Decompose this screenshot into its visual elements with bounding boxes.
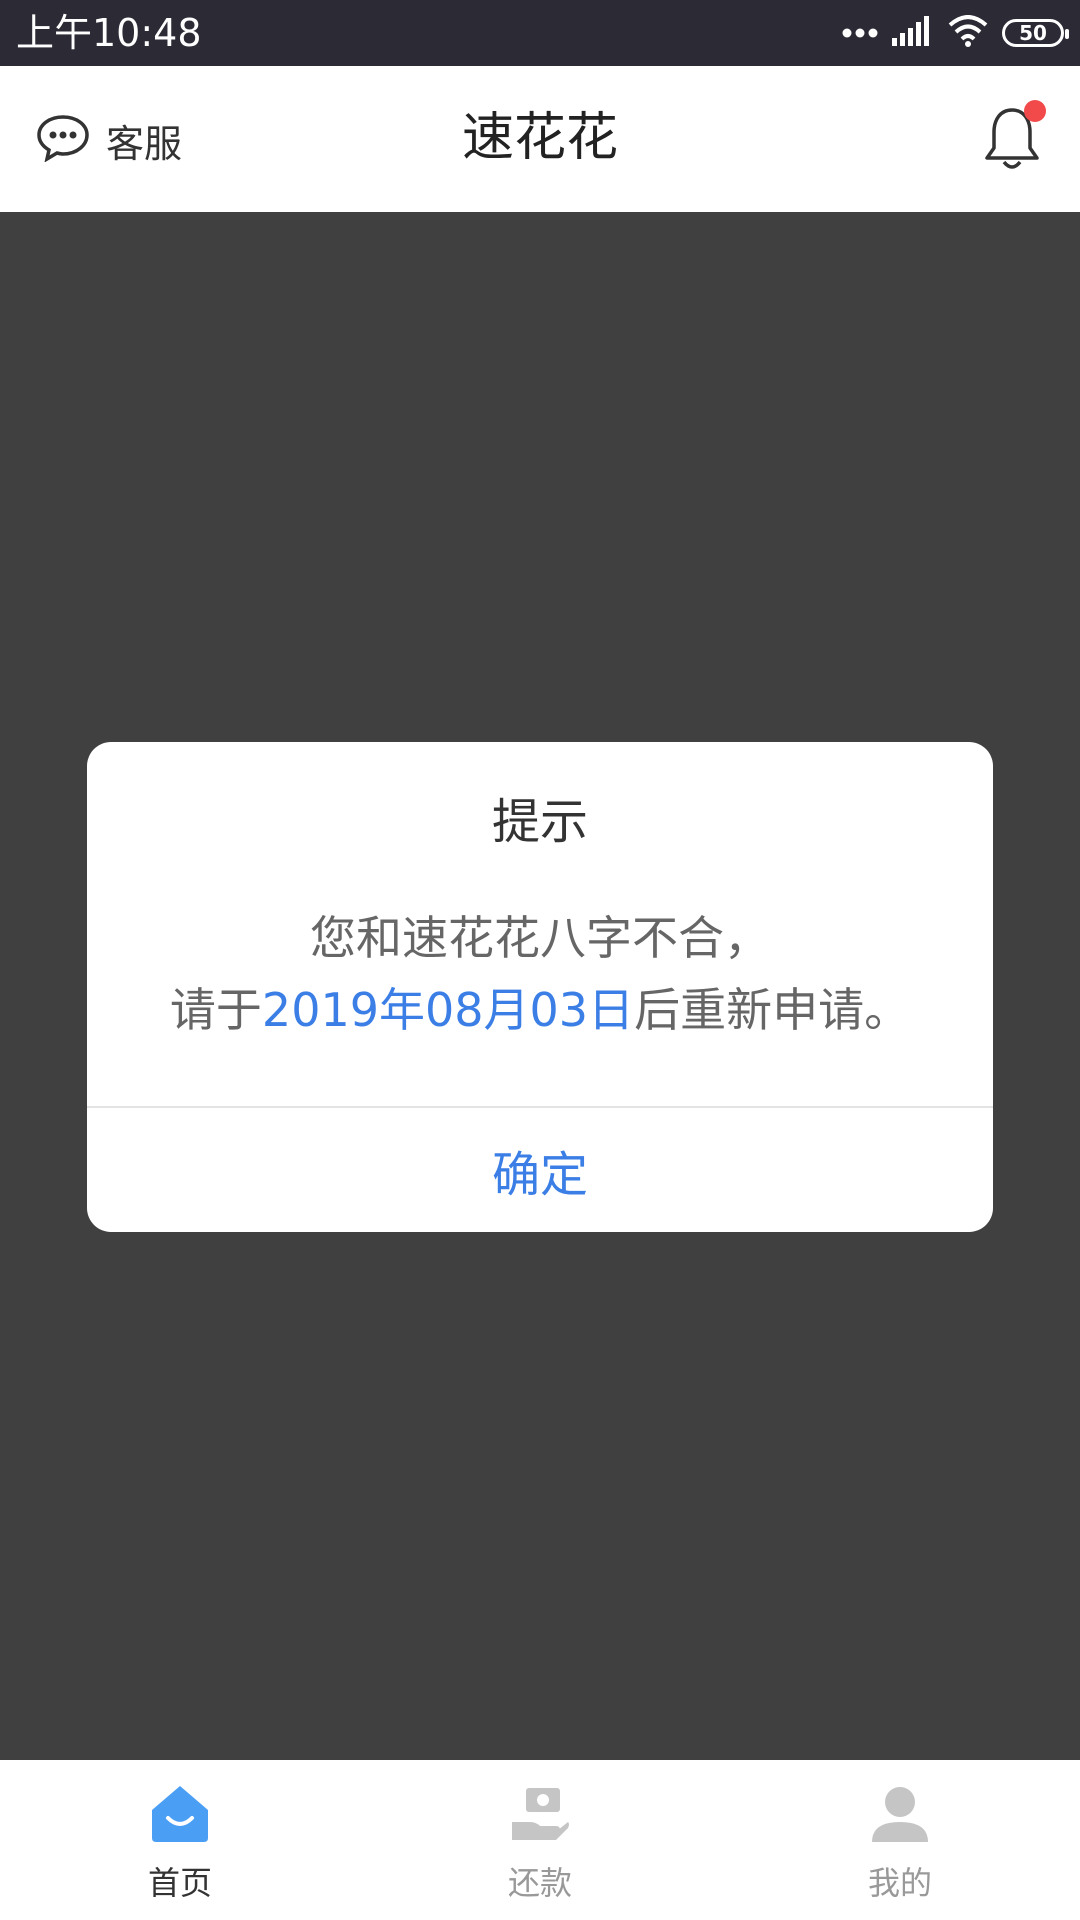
repay-icon	[508, 1782, 572, 1846]
profile-icon	[868, 1782, 932, 1846]
tab-home[interactable]: 首页	[0, 1760, 360, 1920]
tab-home-label: 首页	[147, 1864, 212, 1902]
tab-profile-label: 我的	[867, 1864, 932, 1902]
status-time: 上午10:48	[16, 11, 202, 55]
dialog-message-prefix: 请于	[169, 983, 262, 1037]
dialog-message-line2: 请于2019年08月03日后重新申请。	[87, 974, 993, 1046]
dialog-message-suffix: 后重新申请。	[634, 983, 911, 1037]
app-header: 客服 速花花	[0, 66, 1080, 212]
bell-icon	[982, 108, 1042, 178]
reapply-date: 2019年08月03日	[261, 983, 635, 1037]
signal-icon	[892, 16, 934, 50]
battery-indicator: 50	[1002, 19, 1069, 47]
wifi-icon	[948, 15, 988, 51]
page-title: 速花花	[461, 108, 618, 168]
notification-button[interactable]	[982, 100, 1046, 174]
alert-dialog: 提示 您和速花花八字不合， 请于2019年08月03日后重新申请。 确定	[87, 742, 993, 1232]
status-icons: 50	[842, 14, 1069, 52]
tab-profile[interactable]: 我的	[720, 1760, 1080, 1920]
battery-level: 50	[1019, 21, 1047, 45]
dialog-message: 您和速花花八字不合， 请于2019年08月03日后重新申请。	[87, 902, 993, 1046]
home-icon	[148, 1782, 212, 1846]
dialog-message-line1: 您和速花花八字不合，	[310, 911, 770, 965]
status-bar: 上午10:48 50	[0, 0, 1080, 66]
battery-tip	[1065, 29, 1069, 39]
bottom-nav: 首页 还款 我的	[0, 1760, 1080, 1920]
app-screen: 上午10:48 50 客服 速花花 提示 您和速花花八字不合， 请于2019年0…	[0, 0, 1080, 1920]
confirm-button[interactable]: 确定	[87, 1108, 993, 1232]
tab-repay[interactable]: 还款	[360, 1760, 720, 1920]
dialog-title: 提示	[491, 794, 588, 850]
tab-repay-label: 还款	[507, 1864, 572, 1902]
more-dots-icon	[842, 24, 878, 43]
notification-badge	[1024, 100, 1046, 122]
